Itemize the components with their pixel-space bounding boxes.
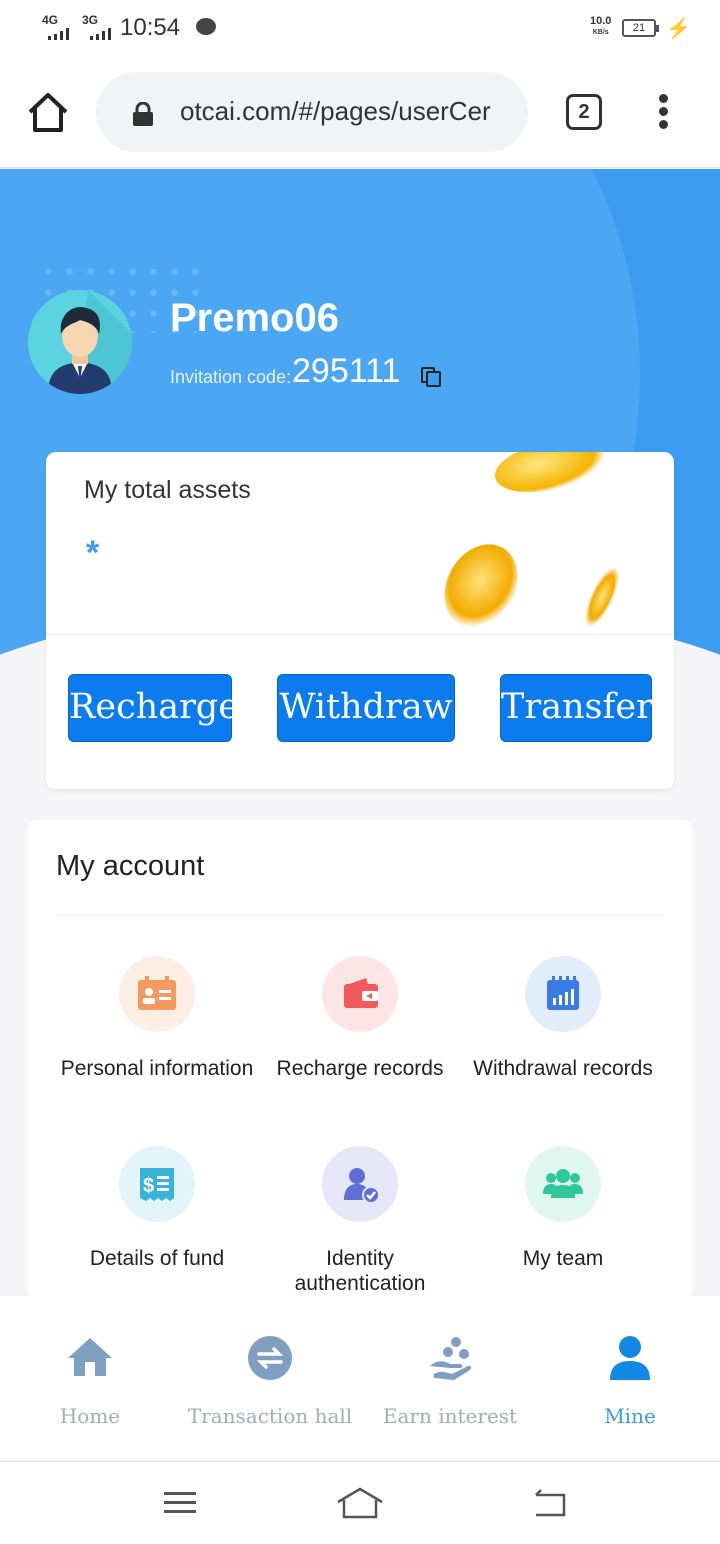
transfer-button[interactable]: Transfer [500, 674, 653, 742]
network-type-4g: 4G [42, 13, 59, 27]
bottom-navigation: Home Transaction hall Earn interest Mine [0, 1296, 720, 1460]
my-account-card: My account Personal information Recharge… [28, 820, 692, 1300]
total-assets-title: My total assets [84, 476, 251, 504]
nav-transaction-hall-label: Transaction hall [187, 1404, 353, 1428]
recharge-records-label: Recharge records [276, 1057, 444, 1080]
hand-coins-icon [426, 1334, 474, 1382]
battery-icon: 21 [622, 19, 659, 37]
total-assets-card: My total assets * Recharge Withdraw Tran… [46, 452, 674, 789]
id-card-icon [119, 956, 195, 1032]
signal-icon [90, 28, 114, 40]
wallet-icon [322, 956, 398, 1032]
team-icon [525, 1146, 601, 1222]
personal-information-label: Personal information [60, 1057, 254, 1080]
withdrawal-records-label: Withdrawal records [473, 1057, 653, 1080]
system-home-icon[interactable] [336, 1486, 384, 1520]
home-icon [66, 1334, 114, 1382]
nav-home-label: Home [59, 1404, 121, 1428]
invitation-code: 295111 [292, 352, 401, 390]
recharge-records-item[interactable]: Recharge records [258, 956, 462, 1096]
nav-transaction-hall[interactable]: Transaction hall [180, 1296, 360, 1460]
nav-home[interactable]: Home [0, 1296, 180, 1460]
browser-toolbar: otcai.com/#/pages/userCer 2 [0, 56, 720, 168]
nav-mine-label: Mine [604, 1404, 656, 1428]
identity-authentication-item[interactable]: Identity authentication [258, 1146, 462, 1296]
gold-coin-icon [578, 562, 626, 632]
withdraw-button[interactable]: Withdraw [277, 674, 455, 742]
address-bar[interactable]: otcai.com/#/pages/userCer [96, 72, 528, 152]
total-assets-value: * [86, 534, 100, 572]
tab-switcher-button[interactable]: 2 [566, 94, 602, 130]
my-team-label: My team [522, 1247, 604, 1270]
more-menu-icon[interactable] [652, 92, 676, 132]
back-icon[interactable] [530, 1486, 570, 1520]
invitation-code-label: Invitation code: [170, 367, 292, 387]
lock-icon [132, 101, 154, 126]
charging-icon: ⚡ [666, 18, 691, 40]
recharge-button[interactable]: Recharge [68, 674, 239, 742]
bar-chart-icon [525, 956, 601, 1032]
username: Premo06 [170, 296, 339, 340]
gold-coin-icon [490, 452, 610, 502]
nav-earn-interest[interactable]: Earn interest [360, 1296, 540, 1460]
dollar-receipt-icon: $ [119, 1146, 195, 1222]
avatar[interactable] [28, 290, 132, 394]
url-text: otcai.com/#/pages/userCer [180, 96, 491, 126]
signal-icon [48, 28, 72, 40]
exchange-icon [246, 1334, 294, 1382]
nav-earn-interest-label: Earn interest [382, 1404, 518, 1428]
browser-home-icon[interactable] [24, 90, 72, 134]
user-verified-icon [322, 1146, 398, 1222]
nav-mine[interactable]: Mine [540, 1296, 720, 1460]
my-account-title: My account [56, 850, 205, 882]
system-navigation-bar [0, 1461, 720, 1544]
gold-coin-icon [429, 531, 533, 641]
personal-information-item[interactable]: Personal information [55, 956, 259, 1096]
user-icon [606, 1334, 654, 1382]
svg-text:$: $ [143, 1175, 154, 1197]
clock: 10:54 [120, 14, 181, 41]
network-speed: 10.0 KB/s [590, 15, 612, 37]
status-bar: 4G 3G 10:54 10.0 KB/s 21 ⚡ [0, 0, 720, 56]
my-team-item[interactable]: My team [461, 1146, 665, 1286]
message-icon [196, 18, 216, 35]
identity-authentication-label: Identity authentication [294, 1247, 426, 1295]
recent-apps-icon[interactable] [160, 1486, 200, 1520]
withdrawal-records-item[interactable]: Withdrawal records [461, 956, 665, 1096]
copy-icon[interactable] [420, 366, 442, 388]
details-of-fund-item[interactable]: $ Details of fund [55, 1146, 259, 1286]
network-type-3g: 3G [82, 13, 99, 27]
details-of-fund-label: Details of fund [89, 1247, 225, 1270]
